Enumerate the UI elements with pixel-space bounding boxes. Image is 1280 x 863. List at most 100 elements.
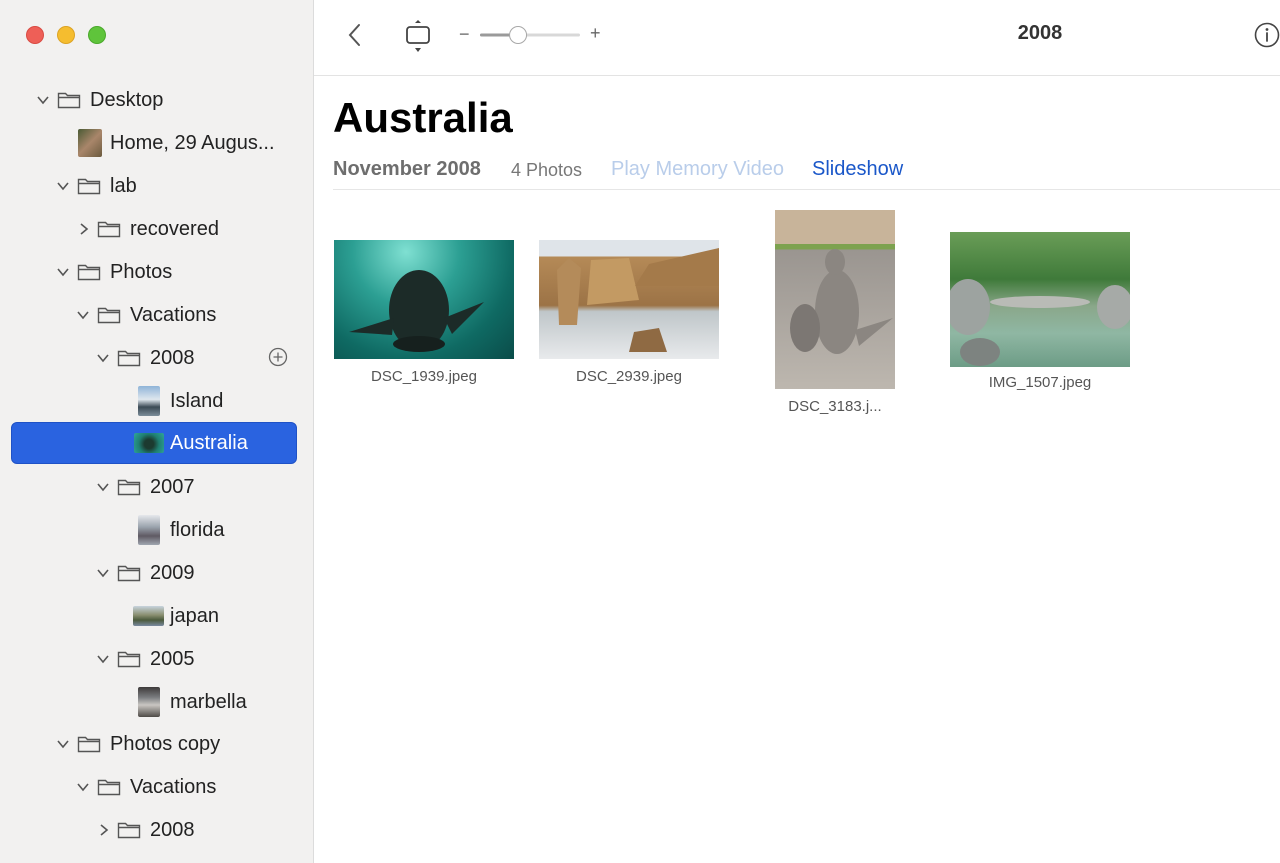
folder-icon [117,820,141,840]
sidebar-item-2005[interactable]: 2005 [0,639,313,679]
info-icon [1254,22,1280,48]
toolbar: − + 2008 [314,0,1280,76]
chevron-down-icon[interactable] [56,179,70,193]
album-thumbnail [138,386,160,416]
photo-count: 4 Photos [511,160,583,180]
close-window-button[interactable] [26,26,44,44]
folder-icon [97,777,121,797]
sidebar-item-desktop[interactable]: Desktop [0,80,313,120]
slideshow-link[interactable]: Slideshow [812,158,903,181]
photo-caption: DSC_1939.jpeg [371,368,477,385]
page-title: Australia [333,94,513,141]
zoom-in-icon[interactable]: + [590,24,604,42]
sidebar-item-label: Island [170,389,224,412]
sidebar-item-2009[interactable]: 2009 [0,553,313,593]
chevron-down-icon[interactable] [36,93,50,107]
sidebar-item-label: japan [170,604,219,627]
folder-icon [77,176,101,196]
sidebar-item-island[interactable]: Island [0,381,313,421]
sidebar-item-label: recovered [130,217,219,240]
sidebar-item-label: Desktop [90,88,164,111]
chevron-down-icon[interactable] [56,737,70,751]
folder-icon [117,348,141,368]
info-button[interactable] [1254,22,1280,48]
photo-thumbnail [78,129,102,157]
sidebar-item-2007[interactable]: 2007 [0,467,313,507]
sidebar-item-japan[interactable]: japan [0,596,313,636]
sidebar-item-marbella[interactable]: marbella [0,682,313,722]
chevron-down-icon[interactable] [96,566,110,580]
folder-icon [77,262,101,282]
folder-icon [97,219,121,239]
chevron-down-icon[interactable] [96,652,110,666]
chevron-right-icon[interactable] [77,222,91,236]
sidebar-item-photos-copy[interactable]: Photos copy [0,724,313,764]
photo-thumbnail [950,232,1130,367]
sidebar-item-label: 2005 [150,647,195,670]
chevron-down-icon[interactable] [56,265,70,279]
folder-icon [117,649,141,669]
sidebar-item-label: marbella [170,690,247,713]
album-thumbnail [134,433,164,453]
photo-item[interactable]: DSC_1939.jpeg [334,240,514,390]
sidebar-item-2008[interactable]: 2008 [0,338,313,378]
chevron-left-icon [348,24,360,46]
album-thumbnail [138,687,160,717]
photo-caption: DSC_3183.j... [788,398,882,415]
folder-icon [57,90,81,110]
album-subbar: November 2008 4 Photos Play Memory Video… [333,156,1280,190]
chevron-down-icon[interactable] [76,780,90,794]
photo-thumbnail [775,210,895,389]
album-thumbnail [133,606,164,626]
sidebar-item-home[interactable]: Home, 29 Augus... [0,123,313,163]
chevron-down-icon[interactable] [96,480,110,494]
sidebar-item-vacations[interactable]: Vacations [0,295,313,335]
slider-track [480,26,580,44]
photo-item[interactable]: IMG_1507.jpeg [950,232,1130,392]
photo-item[interactable]: DSC_2939.jpeg [539,240,719,390]
sidebar-item-label: lab [110,174,137,197]
folder-icon [77,734,101,754]
folder-icon [117,563,141,583]
sidebar-item-florida[interactable]: florida [0,510,313,550]
folder-icon [117,477,141,497]
chevron-down-icon[interactable] [96,351,110,365]
sidebar-item-label: 2009 [150,561,195,584]
zoom-window-button[interactable] [88,26,106,44]
sidebar-item-label: Photos copy [110,732,221,755]
resize-vertical-icon [406,20,430,52]
sidebar-item-vacations-copy[interactable]: Vacations [0,767,313,807]
sidebar-item-label: florida [170,518,225,541]
photo-item[interactable]: DSC_3183.j... [775,210,895,420]
play-memory-video-link[interactable]: Play Memory Video [611,158,784,181]
sidebar-item-recovered[interactable]: recovered [0,209,313,249]
sidebar-item-label: Vacations [130,775,217,798]
folder-icon [97,305,121,325]
back-button[interactable] [346,22,364,48]
album-date: November 2008 [333,158,481,180]
sidebar-item-label: Home, 29 Augus... [110,131,275,154]
chevron-down-icon[interactable] [76,308,90,322]
sidebar-item-label: 2008 [150,346,195,369]
album-thumbnail [138,515,160,545]
photo-thumbnail [539,240,719,359]
photo-caption: DSC_2939.jpeg [576,368,682,385]
sidebar: Desktop Home, 29 Augus... lab recovered … [0,0,314,863]
sidebar-item-lab[interactable]: lab [0,166,313,206]
zoom-out-icon[interactable]: − [459,25,471,43]
chevron-right-icon[interactable] [97,823,111,837]
sidebar-item-photos[interactable]: Photos [0,252,313,292]
sidebar-item-2008-copy[interactable]: 2008 [0,810,313,850]
sidebar-item-label: Australia [170,431,248,454]
sidebar-item-label: 2008 [150,818,195,841]
nav-title: 2008 [1017,22,1063,44]
zoom-slider[interactable] [480,26,580,44]
minimize-window-button[interactable] [57,26,75,44]
photo-thumbnail [334,240,514,359]
sidebar-item-australia[interactable]: Australia [11,422,297,464]
add-circle-icon[interactable] [268,347,288,367]
photo-caption: IMG_1507.jpeg [988,374,1092,391]
sidebar-item-label: Photos [110,260,173,283]
sidebar-item-label: Vacations [130,303,217,326]
fit-view-button[interactable] [405,19,431,53]
